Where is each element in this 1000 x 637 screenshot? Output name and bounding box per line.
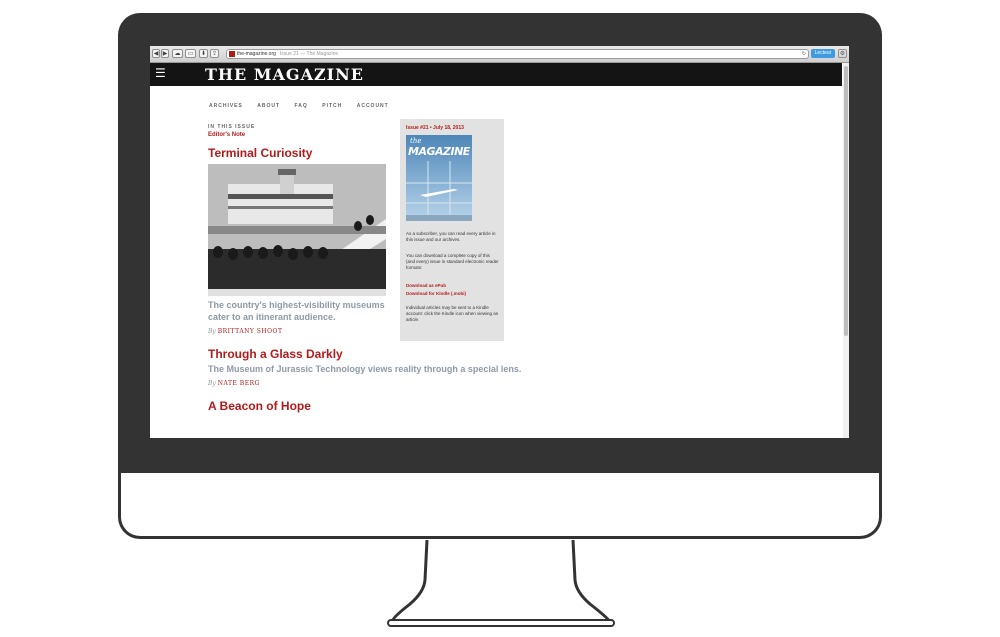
forward-button[interactable]: ▶: [161, 49, 169, 58]
issue-date: Issue #21 • July 18, 2013: [406, 125, 464, 131]
nav-faq[interactable]: FAQ: [295, 103, 308, 109]
download-epub-link[interactable]: Download as ePub: [406, 283, 446, 288]
nav-account[interactable]: ACCOUNT: [357, 103, 389, 109]
site-masthead: ☰ THE MAGAZINE: [150, 63, 842, 86]
byline-prefix: By: [208, 380, 216, 387]
airplane-window-icon: [406, 161, 472, 221]
download-note: You can download a complete copy of this…: [406, 253, 499, 270]
reading-list-icon[interactable]: ▭: [185, 49, 196, 58]
article-subtitle-1: The country's highest-visibility museums…: [208, 300, 385, 322]
article-byline-1: By BRITTANY SHOOT: [208, 328, 398, 335]
share-icon[interactable]: ⇪: [210, 49, 219, 58]
article-title-1[interactable]: Terminal Curiosity: [208, 146, 398, 160]
site-logo[interactable]: THE MAGAZINE: [205, 65, 364, 84]
site-nav: ARCHIVES ABOUT FAQ PITCH ACCOUNT: [209, 94, 399, 112]
address-bar[interactable]: the-magazine.org Issue 21 — The Magazine …: [226, 49, 809, 59]
url-text: the-magazine.org: [237, 51, 276, 57]
icloud-tabs-icon[interactable]: ☁: [172, 49, 183, 58]
airport-terminal-photo-icon: [208, 164, 386, 296]
editors-note-link[interactable]: Editor's Note: [208, 132, 398, 138]
article-title-2[interactable]: Through a Glass Darkly: [208, 347, 398, 361]
nav-about[interactable]: ABOUT: [257, 103, 280, 109]
article-photo[interactable]: [208, 164, 386, 296]
section-label: IN THIS ISSUE: [208, 124, 256, 130]
nav-archives[interactable]: ARCHIVES: [209, 103, 243, 109]
scrollbar-thumb[interactable]: [844, 66, 848, 336]
browser-toolbar: ◀ ▶ ☁ ▭ ⬇ ⇪ the-magazine.org Issue 21 — T…: [150, 46, 849, 63]
reload-icon[interactable]: ↻: [802, 50, 806, 58]
article-title-3[interactable]: A Beacon of Hope: [208, 399, 398, 413]
author-link-2[interactable]: NATE BERG: [218, 380, 260, 387]
tab-title: Issue 21 — The Magazine: [279, 51, 339, 57]
reader-button[interactable]: Lecteur: [811, 49, 835, 58]
issue-cover[interactable]: the MAGAZINE: [406, 135, 472, 221]
nav-pitch[interactable]: PITCH: [322, 103, 342, 109]
settings-gear-icon[interactable]: ⚙: [838, 49, 847, 58]
favicon-icon: [229, 51, 235, 57]
issue-sidebar: Issue #21 • July 18, 2013 the MAGAZINE A…: [400, 119, 504, 341]
download-icon[interactable]: ⬇: [199, 49, 208, 58]
back-button[interactable]: ◀: [152, 49, 160, 58]
author-link-1[interactable]: BRITTANY SHOOT: [218, 328, 283, 335]
download-kindle-link[interactable]: Download for Kindle (.mobi): [406, 291, 466, 296]
subscriber-note: As a subscriber, you can read every arti…: [406, 231, 496, 242]
screen: ◀ ▶ ☁ ▭ ⬇ ⇪ the-magazine.org Issue 21 — T…: [150, 46, 849, 438]
article-byline-2: By NATE BERG: [208, 380, 398, 387]
kindle-note: Individual articles may be sent to a Kin…: [406, 305, 499, 322]
byline-prefix: By: [208, 328, 216, 335]
menu-icon[interactable]: ☰: [155, 67, 166, 79]
article-subtitle-2: The Museum of Jurassic Technology views …: [208, 364, 522, 374]
issue-contents: IN THIS ISSUE Editor's Note Terminal Cur…: [208, 124, 522, 413]
